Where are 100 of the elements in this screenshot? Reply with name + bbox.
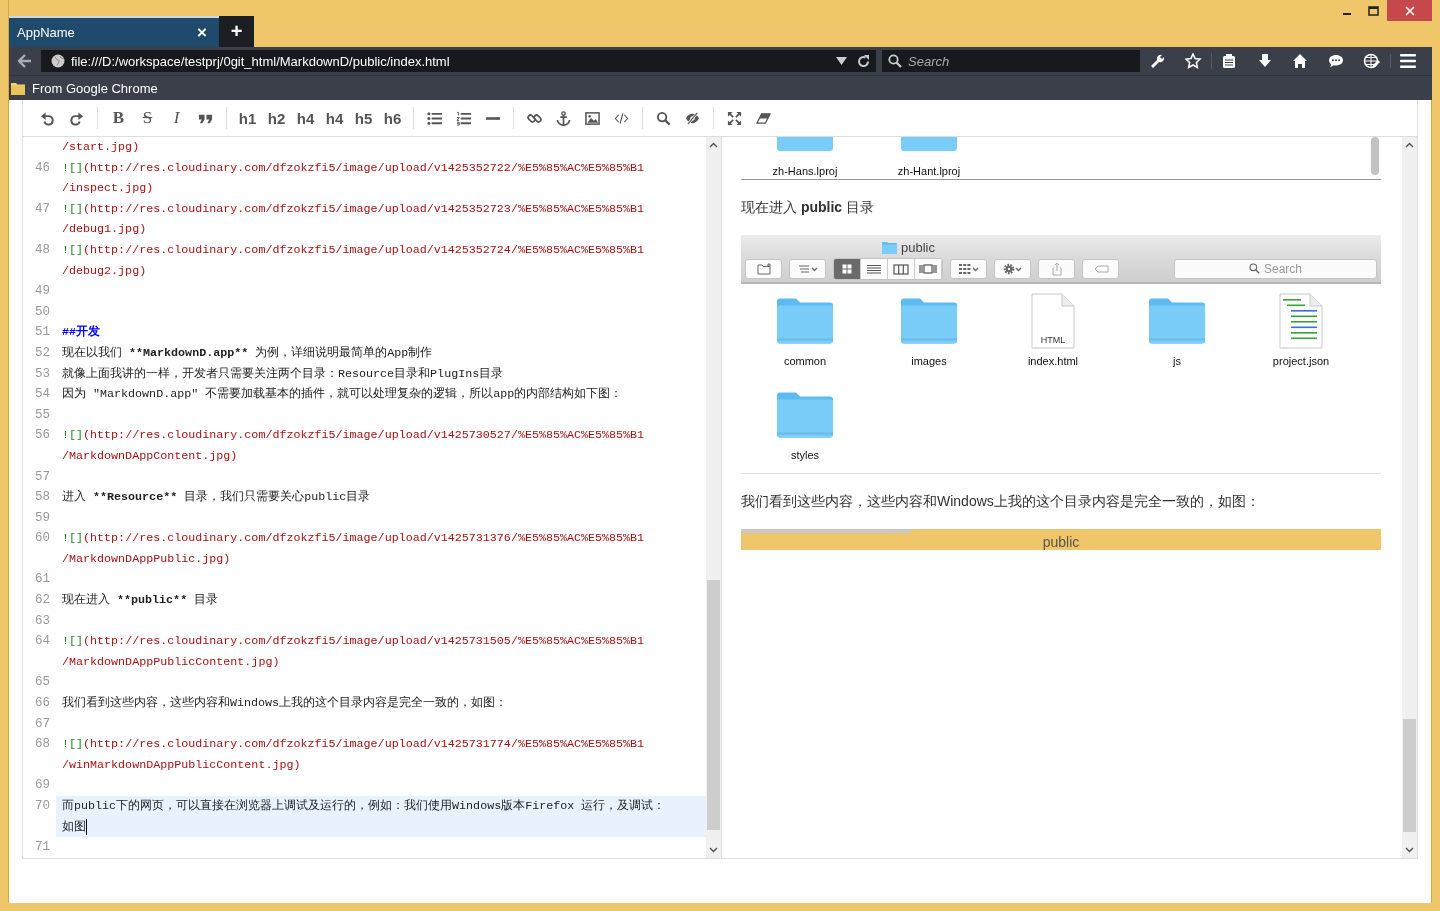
- line-number: 65: [35, 675, 50, 690]
- download-icon: [1256, 53, 1274, 69]
- code-line: ![](http://res.cloudinary.com/dfzokzfi5/image/upload/v1425352724/%E5%85%AC%E5%85%B1: [62, 241, 645, 259]
- fullscreen-icon: [727, 110, 742, 126]
- heading-button[interactable]: h4: [291, 105, 320, 131]
- code-line: 进入 **Resource** 目录，我们只需要关心public目录: [62, 489, 371, 507]
- code-line: ![](http://res.cloudinary.com/dfzokzfi5/image/upload/v1425352723/%E5%85%AC%E5%85%B1: [62, 200, 645, 218]
- search-field[interactable]: Search: [882, 50, 1140, 72]
- minimize-icon: [1342, 12, 1351, 15]
- line-number: 57: [35, 469, 50, 484]
- code-line: 因为 "MarkdownD.app" 不需要加载基本的插件，就可以处理复杂的逻辑，所以app的内部结构如下图：: [62, 386, 623, 404]
- globe-pencil-icon: [1363, 53, 1381, 69]
- scrollbar[interactable]: [1402, 137, 1417, 858]
- grid-caret-icon: [956, 261, 981, 276]
- line-number: 70: [35, 799, 50, 813]
- scrollbar-thumb[interactable]: [1403, 719, 1416, 832]
- cover-flow-icon: [916, 261, 940, 276]
- anchor-icon: [556, 110, 571, 126]
- view-mode-button[interactable]: [888, 258, 915, 279]
- scroll-down-icon: [709, 847, 718, 853]
- heading-button[interactable]: h6: [378, 105, 407, 131]
- address-bar[interactable]: file:///D:/workspace/testprj/0git_html/MarkdownD/public/index.html: [40, 50, 876, 72]
- file-name: project.json: [1272, 355, 1330, 367]
- view-mode-button[interactable]: [861, 258, 888, 279]
- code-line: 现在以我们 **MarkdownD.app** 为例，详细说明最简单的App制作: [62, 344, 433, 362]
- scrollbar[interactable]: [706, 137, 721, 858]
- code-line: /MarkdownDAppPublic.jpg): [62, 550, 231, 568]
- home-icon: [1292, 53, 1310, 69]
- dropdown-icon[interactable]: [836, 57, 847, 65]
- globe-icon: [50, 54, 65, 68]
- scrollbar-thumb: [1371, 137, 1379, 175]
- reload-icon[interactable]: [857, 54, 870, 68]
- action-button[interactable]: [994, 258, 1031, 279]
- line-number: 61: [35, 572, 50, 587]
- heading-button[interactable]: h5: [349, 105, 378, 131]
- menu-icon: [1400, 54, 1417, 68]
- folder-icon: [11, 81, 25, 95]
- line-number: 71: [35, 840, 50, 855]
- line-number: 63: [35, 613, 50, 628]
- code-icon: [614, 110, 629, 126]
- code-line: /MarkdownDAppContent.jpg): [62, 447, 238, 465]
- code-line: /winMarkdownDAppPublicContent.jpg): [62, 756, 301, 774]
- code-line: ![](http://res.cloudinary.com/dfzokzfi5/image/upload/v1425352722/%E5%85%AC%E5%85%B1: [62, 159, 645, 177]
- star-icon: [1184, 53, 1202, 69]
- tab-title: AppName: [17, 25, 75, 40]
- line-number: 50: [35, 304, 50, 319]
- file-name: index.html: [1027, 355, 1079, 367]
- search-icon: [656, 110, 671, 126]
- code-line: ![](http://res.cloudinary.com/dfzokzfi5/image/upload/v1425731774/%E5%85%AC%E5%85%B1: [62, 736, 645, 754]
- folder-icon: [882, 241, 897, 254]
- code-line: 现在进入 **public** 目录: [62, 592, 219, 610]
- url-text: file:///D:/workspace/testprj/0git_html/MarkdownD/public/index.html: [70, 53, 450, 69]
- heading-button[interactable]: h2: [262, 105, 291, 131]
- heading-button[interactable]: h4: [320, 105, 349, 131]
- code-line: ![](http://res.cloudinary.com/dfzokzfi5/image/upload/v1425731376/%E5%85%AC%E5%85%B1: [62, 530, 645, 548]
- code-line: ![](http://res.cloudinary.com/dfzokzfi5/image/upload/v1425731505/%E5%85%AC%E5%85%B1: [62, 633, 645, 651]
- line-number: 64: [35, 634, 50, 649]
- close-tab-button[interactable]: ×: [197, 22, 207, 43]
- line-number: 49: [35, 284, 50, 299]
- scrollbar-thumb[interactable]: [707, 580, 720, 830]
- code-line: /debug1.jpg): [62, 221, 147, 239]
- paragraph: 现在进入 public 目录: [741, 199, 875, 217]
- eraser-icon: [756, 110, 771, 126]
- image-icon: [585, 110, 600, 126]
- file-name: styles: [790, 449, 820, 461]
- bookmark-folder[interactable]: From Google Chrome: [11, 80, 158, 96]
- folder-icon: [777, 137, 833, 151]
- line-number: 46: [35, 160, 50, 175]
- file-name: zh-Hans.lproj: [772, 165, 838, 177]
- scroll-up-icon: [709, 142, 718, 148]
- line-number: 52: [35, 345, 50, 360]
- strikethrough-button[interactable]: S: [133, 105, 162, 131]
- file-name: images: [911, 355, 947, 367]
- new-tab-button[interactable]: +: [219, 16, 254, 47]
- line-number: 51: [35, 325, 50, 340]
- file-name: zh-Hant.lproj: [897, 165, 961, 177]
- window-title: public: [1042, 534, 1080, 550]
- close-icon: [1404, 5, 1415, 16]
- line-number: 55: [35, 407, 50, 422]
- maximize-icon: [1368, 5, 1379, 16]
- bold-button[interactable]: B: [104, 105, 133, 131]
- line-number: 54: [35, 387, 50, 402]
- group-button[interactable]: [950, 258, 987, 279]
- undo-icon: [40, 110, 55, 126]
- line-number: 66: [35, 696, 50, 711]
- line-number: 48: [35, 242, 50, 257]
- italic-button[interactable]: I: [162, 105, 191, 131]
- html-file-icon: HTML: [1031, 293, 1075, 349]
- bulleted-list-icon: [427, 110, 442, 126]
- file-name: common: [783, 355, 827, 367]
- code-line: 而public下的网页，可以直接在浏览器上调试及运行的，例如：我们使用Windows版本Firefox 运行，及调试：: [62, 798, 666, 815]
- view-switcher[interactable]: [833, 257, 943, 280]
- view-mode-button[interactable]: [834, 258, 861, 279]
- browser-tab[interactable]: AppName ×: [9, 16, 219, 47]
- heading-button[interactable]: h1: [233, 105, 262, 131]
- folder-icon: [901, 137, 957, 151]
- code-line: ![](http://res.cloudinary.com/dfzokzfi5/image/upload/v1425730527/%E5%85%AC%E5%85%B1: [62, 427, 645, 445]
- scroll-up-icon: [1405, 142, 1414, 148]
- line-number: 69: [35, 778, 50, 793]
- code-line: /debug2.jpg): [62, 262, 147, 280]
